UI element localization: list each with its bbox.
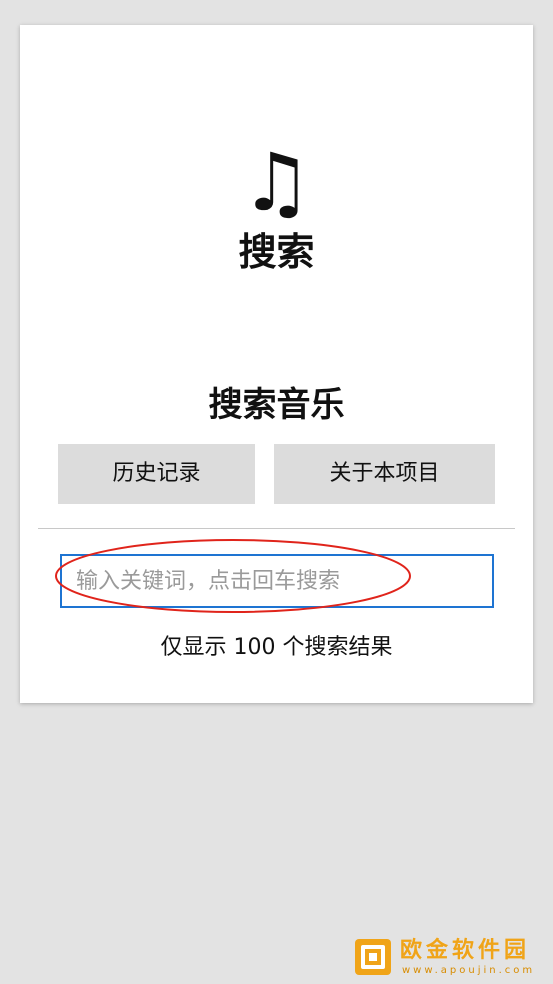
watermark-logo-icon [355, 939, 391, 975]
result-limit-note: 仅显示 100 个搜索结果 [160, 635, 393, 660]
watermark: 欧金软件园 www.apoujin.com [352, 936, 548, 980]
divider [38, 528, 515, 529]
search-field[interactable] [60, 554, 494, 608]
search-input[interactable] [62, 556, 492, 606]
music-note-icon: ♫ [240, 136, 313, 229]
watermark-url: www.apoujin.com [402, 965, 536, 976]
history-button[interactable]: 历史记录 [58, 444, 255, 504]
app-title: 搜索 [238, 230, 315, 274]
about-button[interactable]: 关于本项目 [274, 444, 495, 504]
watermark-name: 欧金软件园 [400, 938, 531, 963]
section-title: 搜索音乐 [208, 385, 345, 425]
main-card: ♫ 搜索 搜索音乐 历史记录 关于本项目 仅显示 100 个搜索结果 [20, 25, 533, 703]
